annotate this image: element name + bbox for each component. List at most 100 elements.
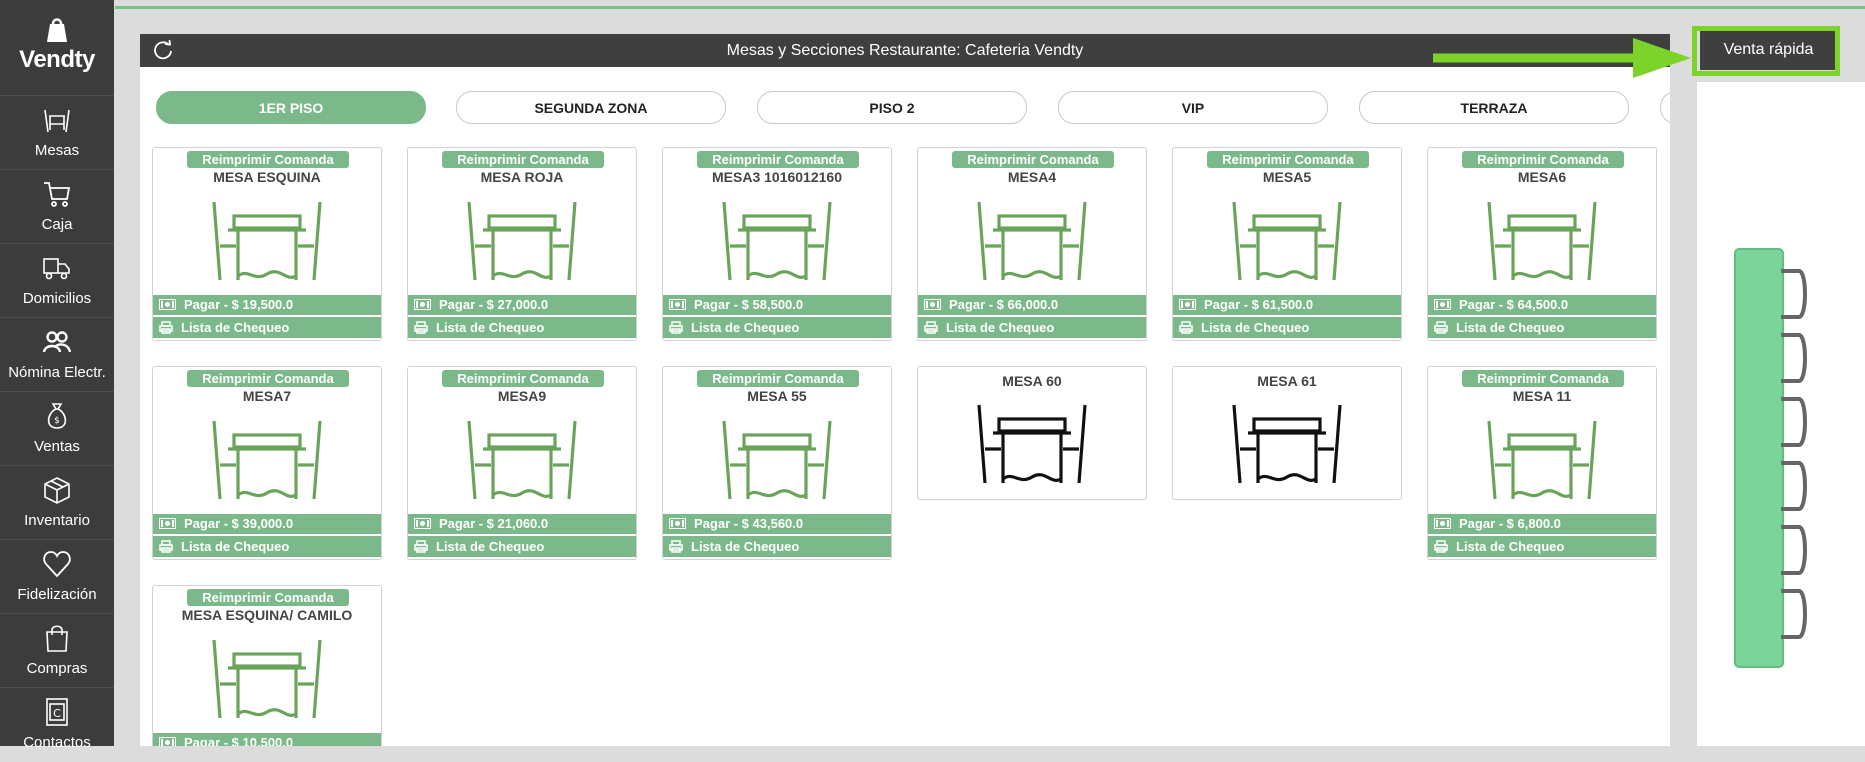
quick-sale-highlight bbox=[1692, 26, 1840, 76]
sidebar-item-label: Compras bbox=[26, 660, 88, 677]
pay-button[interactable]: Pagar - $ 21,060.0 bbox=[408, 514, 636, 534]
dining-table-icon bbox=[467, 201, 577, 281]
reprint-order-button[interactable]: Reimprimir Comanda bbox=[187, 151, 349, 168]
top-accent-line bbox=[115, 6, 1865, 9]
dining-table-icon bbox=[212, 639, 322, 719]
notebook-icon bbox=[1734, 248, 1807, 668]
sidebar-item-label: Mesas bbox=[34, 142, 80, 159]
table-name: MESA ESQUINA bbox=[213, 169, 321, 185]
pay-label: Pagar - $ 6,800.0 bbox=[1459, 516, 1561, 531]
delivery-truck-icon bbox=[43, 258, 70, 280]
reprint-order-button[interactable]: Reimprimir Comanda bbox=[187, 589, 349, 606]
table-card[interactable]: Reimprimir Comanda MESA6 Pagar - $ 64,500.… bbox=[1427, 147, 1657, 341]
reprint-order-button[interactable]: Reimprimir Comanda bbox=[697, 151, 859, 168]
svg-text:$: $ bbox=[54, 416, 60, 426]
reprint-order-button[interactable]: Reimprimir Comanda bbox=[1207, 151, 1369, 168]
pay-button[interactable]: Pagar - $ 61,500.0 bbox=[1173, 295, 1401, 315]
cash-icon bbox=[414, 299, 431, 311]
checklist-button[interactable]: Lista de Chequeo bbox=[1428, 317, 1656, 338]
cash-icon bbox=[414, 518, 431, 530]
dining-table-icon bbox=[722, 420, 832, 500]
dining-table-icon bbox=[1232, 201, 1342, 281]
table-name: MESA3 1016012160 bbox=[712, 169, 842, 185]
table-card[interactable]: Reimprimir Comanda MESA ESQUINA Pagar - $ … bbox=[152, 147, 382, 341]
pay-label: Pagar - $ 64,500.0 bbox=[1459, 297, 1569, 312]
sidebar-item-compras[interactable]: Compras bbox=[0, 613, 114, 688]
tab-piso-2[interactable]: PISO 2 bbox=[757, 91, 1027, 124]
pay-button[interactable]: Pagar - $ 58,500.0 bbox=[663, 295, 891, 315]
checklist-button[interactable]: Lista de Chequeo bbox=[153, 536, 381, 557]
checklist-button[interactable]: Lista de Chequeo bbox=[1428, 536, 1656, 557]
sidebar-item-ventas[interactable]: $ Ventas bbox=[0, 391, 114, 466]
checklist-label: Lista de Chequeo bbox=[691, 539, 800, 554]
reprint-order-button[interactable]: Reimprimir Comanda bbox=[952, 151, 1114, 168]
sidebar-item-fidelizacion[interactable]: Fidelización bbox=[0, 539, 114, 614]
table-card[interactable]: Reimprimir Comanda MESA4 Pagar - $ 66,000.… bbox=[917, 147, 1147, 341]
sidebar-item-label: Domicilios bbox=[22, 290, 92, 307]
checklist-button[interactable]: Lista de Chequeo bbox=[408, 536, 636, 557]
table-card[interactable]: MESA 60 bbox=[917, 366, 1147, 500]
sidebar-item-label: Caja bbox=[41, 216, 73, 233]
sidebar-item-mesas[interactable]: Mesas bbox=[0, 95, 114, 170]
tab-terraza[interactable]: TERRAZA bbox=[1359, 91, 1629, 124]
checklist-button[interactable]: Lista de Chequeo bbox=[153, 317, 381, 338]
sidebar-item-inventario[interactable]: Inventario bbox=[0, 465, 114, 540]
reprint-order-button[interactable]: Reimprimir Comanda bbox=[187, 370, 349, 387]
reprint-order-button[interactable]: Reimprimir Comanda bbox=[697, 370, 859, 387]
checklist-button[interactable]: Lista de Chequeo bbox=[1173, 317, 1401, 338]
dining-table-icon bbox=[1232, 404, 1342, 484]
table-card[interactable]: Reimprimir Comanda MESA 55 Pagar - $ 43,56… bbox=[662, 366, 892, 560]
tab-overflow[interactable] bbox=[1660, 91, 1670, 124]
print-icon bbox=[159, 540, 173, 553]
sidebar-item-nomina[interactable]: Nómina Electr. bbox=[0, 317, 114, 392]
pay-button[interactable]: Pagar - $ 19,500.0 bbox=[153, 295, 381, 315]
svg-text:C: C bbox=[53, 707, 61, 720]
pay-label: Pagar - $ 21,060.0 bbox=[439, 516, 549, 531]
sidebar-item-label: Ventas bbox=[34, 438, 80, 455]
table-card[interactable]: Reimprimir Comanda MESA ESQUINA/ CAMILO Pa… bbox=[152, 585, 382, 746]
checklist-label: Lista de Chequeo bbox=[1201, 320, 1310, 335]
pay-button[interactable]: Pagar - $ 43,560.0 bbox=[663, 514, 891, 534]
reprint-order-button[interactable]: Reimprimir Comanda bbox=[442, 370, 604, 387]
sidebar-item-label: Contactos bbox=[23, 734, 91, 751]
pay-button[interactable]: Pagar - $ 27,000.0 bbox=[408, 295, 636, 315]
table-name: MESA 55 bbox=[747, 388, 807, 404]
pay-button[interactable]: Pagar - $ 64,500.0 bbox=[1428, 295, 1656, 315]
tab-segunda-zona[interactable]: SEGUNDA ZONA bbox=[456, 91, 726, 124]
pay-button[interactable]: Pagar - $ 39,000.0 bbox=[153, 514, 381, 534]
sidebar-item-label: Fidelización bbox=[17, 586, 97, 603]
box-icon bbox=[44, 477, 70, 504]
pay-label: Pagar - $ 66,000.0 bbox=[949, 297, 1059, 312]
tab-vip[interactable]: VIP bbox=[1058, 91, 1328, 124]
checklist-label: Lista de Chequeo bbox=[1456, 320, 1565, 335]
pay-button[interactable]: Pagar - $ 10,500.0 bbox=[153, 733, 381, 746]
table-card[interactable]: Reimprimir Comanda MESA ROJA Pagar - $ 27,… bbox=[407, 147, 637, 341]
reprint-order-button[interactable]: Reimprimir Comanda bbox=[1462, 151, 1624, 168]
reprint-order-button[interactable]: Reimprimir Comanda bbox=[1462, 370, 1624, 387]
table-card[interactable]: Reimprimir Comanda MESA9 Pagar - $ 21,060.… bbox=[407, 366, 637, 560]
sidebar-item-contactos[interactable]: C Contactos bbox=[0, 687, 114, 762]
checklist-label: Lista de Chequeo bbox=[1456, 539, 1565, 554]
reprint-order-button[interactable]: Reimprimir Comanda bbox=[442, 151, 604, 168]
pay-button[interactable]: Pagar - $ 66,000.0 bbox=[918, 295, 1146, 315]
shopping-bag-icon bbox=[46, 625, 68, 652]
sidebar-item-caja[interactable]: Caja bbox=[0, 169, 114, 244]
pay-label: Pagar - $ 58,500.0 bbox=[694, 297, 804, 312]
table-card[interactable]: Reimprimir Comanda MESA7 Pagar - $ 39,000.… bbox=[152, 366, 382, 560]
tab-1er-piso[interactable]: 1ER PISO bbox=[156, 91, 426, 124]
refresh-icon[interactable] bbox=[152, 39, 174, 61]
pay-button[interactable]: Pagar - $ 6,800.0 bbox=[1428, 514, 1656, 534]
vendty-logo[interactable]: Vendty bbox=[0, 10, 114, 90]
checklist-button[interactable]: Lista de Chequeo bbox=[663, 536, 891, 557]
checklist-button[interactable]: Lista de Chequeo bbox=[408, 317, 636, 338]
checklist-button[interactable]: Lista de Chequeo bbox=[918, 317, 1146, 338]
sidebar-item-domicilios[interactable]: Domicilios bbox=[0, 243, 114, 318]
table-card[interactable]: MESA 61 bbox=[1172, 366, 1402, 500]
checklist-label: Lista de Chequeo bbox=[436, 320, 545, 335]
cart-icon bbox=[44, 182, 71, 207]
checklist-button[interactable]: Lista de Chequeo bbox=[663, 317, 891, 338]
table-card[interactable]: Reimprimir Comanda MESA3 1016012160 Pagar … bbox=[662, 147, 892, 341]
table-card[interactable]: Reimprimir Comanda MESA5 Pagar - $ 61,500.… bbox=[1172, 147, 1402, 341]
dining-table-icon bbox=[722, 201, 832, 281]
table-card[interactable]: Reimprimir Comanda MESA 11 Pagar - $ 6,800… bbox=[1427, 366, 1657, 560]
